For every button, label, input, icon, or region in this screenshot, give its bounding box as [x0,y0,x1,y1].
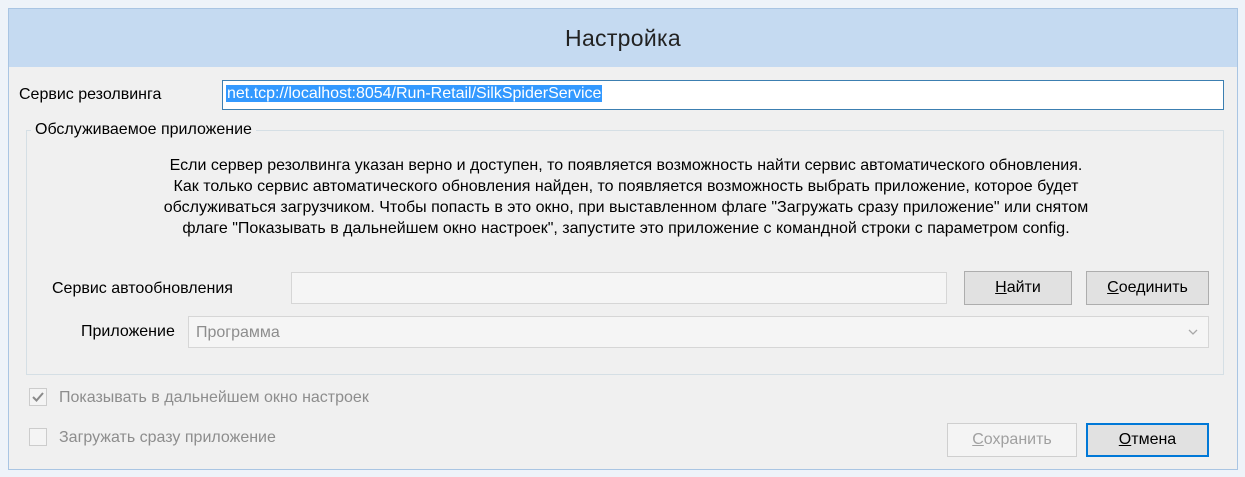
settings-window: Настройка Сервис резолвинга net.tcp://lo… [8,8,1238,470]
application-select[interactable]: Программа [188,316,1209,348]
cancel-button[interactable]: Отмена [1086,423,1209,457]
window-title: Настройка [565,24,681,51]
save-button[interactable]: Сохранить [947,423,1077,457]
resolve-service-input[interactable]: net.tcp://localhost:8054/Run-Retail/Silk… [222,80,1224,110]
connect-button[interactable]: Соединить [1086,271,1209,305]
description-line: обслуживаться загрузчиком. Чтобы попасть… [163,199,1089,216]
description-line: Если сервер резолвинга указан верно и до… [169,157,1083,174]
application-label: Приложение [81,323,175,340]
autoupdate-service-label: Сервис автообновления [52,280,233,297]
served-app-group-title: Обслуживаемое приложение [35,121,252,138]
find-button[interactable]: Найти [964,271,1072,305]
resolve-service-value: net.tcp://localhost:8054/Run-Retail/Silk… [226,85,603,102]
resolve-service-label: Сервис резолвинга [19,86,162,103]
checkmark-icon [32,392,44,402]
served-app-description: Если сервер резолвинга указан верно и до… [36,155,1216,239]
show-settings-checkbox[interactable] [29,388,47,406]
show-settings-label: Показывать в дальнейшем окно настроек [59,389,369,406]
application-selected-value: Программа [196,324,280,341]
description-line: Как только сервис автоматического обновл… [173,178,1079,195]
description-line: флаге "Показывать в дальнейшем окно наст… [182,220,1070,237]
chevron-down-icon [1186,325,1200,339]
autoupdate-service-field[interactable] [291,272,947,304]
load-immediately-label: Загружать сразу приложение [59,429,276,446]
load-immediately-checkbox[interactable] [29,428,47,446]
title-bar[interactable]: Настройка [9,9,1237,67]
